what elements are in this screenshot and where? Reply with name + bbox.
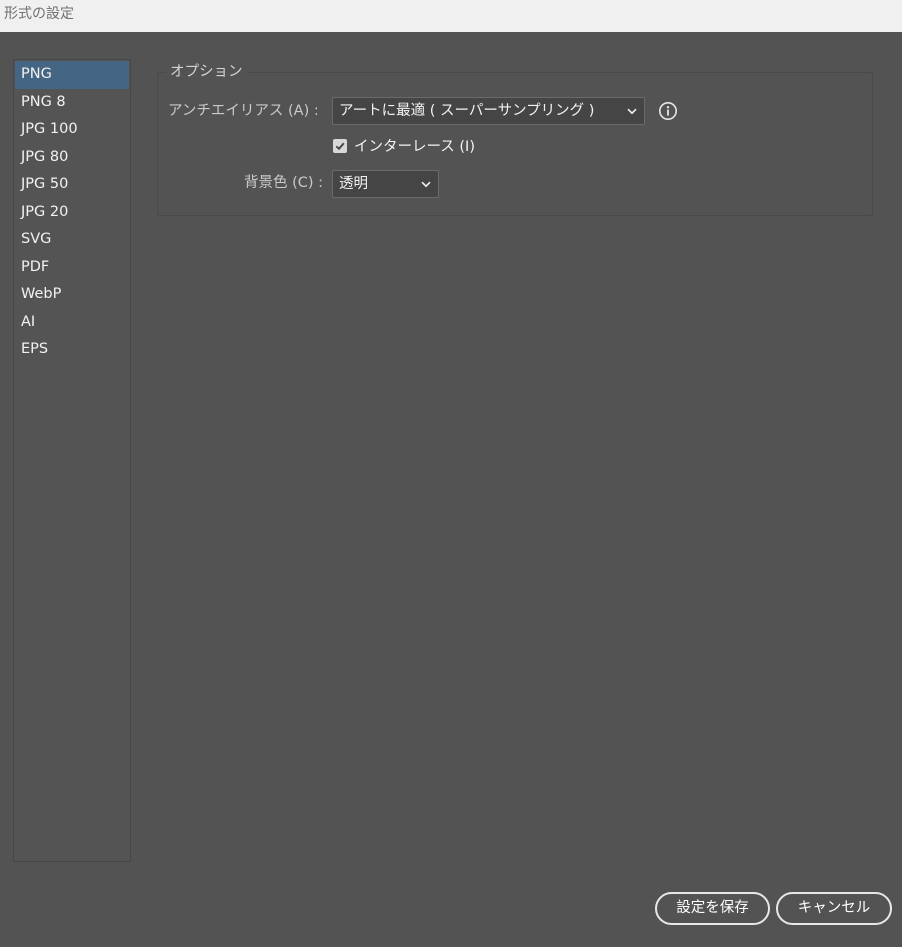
format-item-jpg100[interactable]: JPG 100 (15, 116, 129, 144)
background-color-select-value: 透明 (339, 176, 368, 192)
antialias-label: アンチエイリアス (A) : (168, 103, 319, 119)
antialias-select[interactable]: アートに最適 ( スーパーサンプリング ) (332, 97, 645, 125)
options-group (157, 72, 873, 216)
background-color-select[interactable]: 透明 (332, 170, 439, 198)
interlace-label[interactable]: インターレース (I) (354, 137, 475, 157)
save-settings-button[interactable]: 設定を保存 (655, 892, 770, 925)
options-group-title: オプション (166, 62, 247, 82)
chevron-down-icon (419, 171, 433, 197)
window-titlebar: 形式の設定 (0, 0, 902, 32)
format-item-pdf[interactable]: PDF (15, 254, 129, 282)
checkmark-icon (335, 142, 345, 151)
format-item-jpg20[interactable]: JPG 20 (15, 199, 129, 227)
window-title: 形式の設定 (4, 6, 74, 22)
cancel-button[interactable]: キャンセル (776, 892, 892, 925)
format-item-jpg80[interactable]: JPG 80 (15, 144, 129, 172)
background-color-label: 背景色 (C) : (244, 175, 324, 191)
format-item-webp[interactable]: WebP (15, 281, 129, 309)
chevron-down-icon (625, 98, 639, 124)
format-item-eps[interactable]: EPS (15, 336, 129, 364)
format-item-jpg50[interactable]: JPG 50 (15, 171, 129, 199)
antialias-select-value: アートに最適 ( スーパーサンプリング ) (339, 103, 595, 119)
format-item-ai[interactable]: AI (15, 309, 129, 337)
interlace-checkbox[interactable] (333, 139, 347, 153)
format-list[interactable]: PNG PNG 8 JPG 100 JPG 80 JPG 50 JPG 20 S… (13, 59, 131, 862)
format-item-png[interactable]: PNG (15, 61, 129, 89)
info-icon[interactable] (658, 101, 678, 121)
format-item-png8[interactable]: PNG 8 (15, 89, 129, 117)
format-item-svg[interactable]: SVG (15, 226, 129, 254)
